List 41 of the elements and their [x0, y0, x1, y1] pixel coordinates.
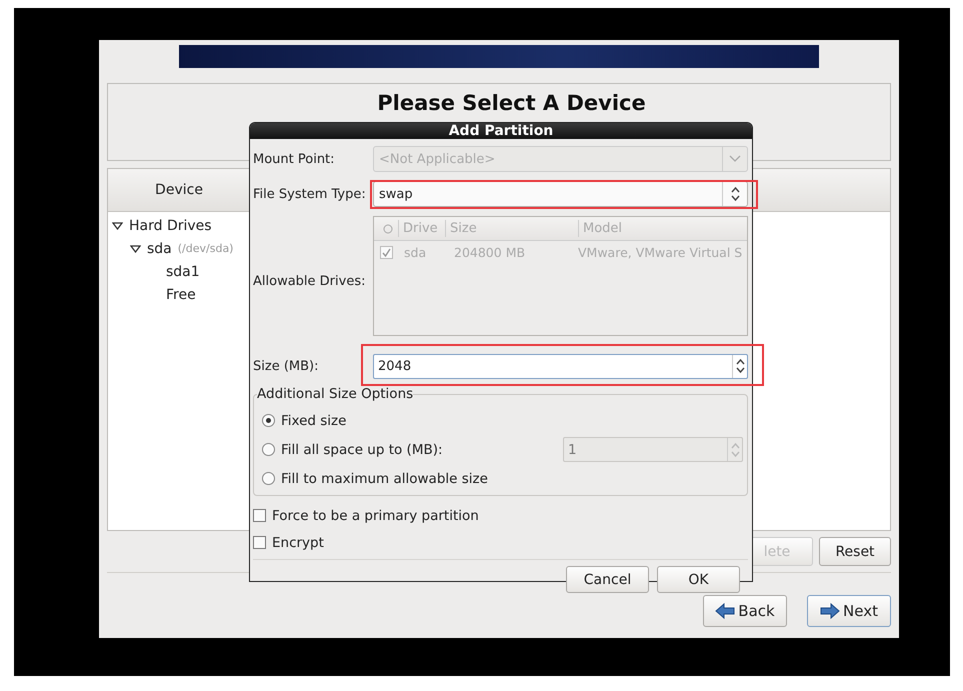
page-heading: Please Select A Device — [376, 91, 646, 115]
radio-button[interactable] — [262, 443, 275, 456]
field-label: Mount Point: — [253, 152, 336, 166]
size-field[interactable]: 2048 — [373, 354, 748, 378]
table-cell-text: 204800 MB — [453, 245, 526, 260]
next-button[interactable]: Next — [807, 595, 891, 627]
option-label[interactable]: Fill all space up to (MB): — [281, 442, 443, 458]
option-label[interactable]: Fixed size — [281, 412, 346, 428]
tree-item[interactable]: Hard Drives — [129, 218, 212, 234]
checkbox[interactable] — [253, 509, 266, 522]
field-label: Size (MB): — [253, 358, 320, 374]
checkbox-label[interactable]: Force to be a primary partition — [272, 508, 479, 524]
option-label[interactable]: Fill to maximum allowable size — [281, 470, 488, 486]
table-cell-text: VMware, VMware Virtual S — [577, 245, 742, 260]
group-title: Additional Size Options — [257, 386, 414, 402]
checkbox[interactable] — [380, 246, 393, 259]
left-arrow-icon — [715, 603, 736, 619]
chevron-down-icon — [729, 155, 741, 163]
field-label: File System Type: — [253, 186, 367, 202]
radio-button[interactable] — [262, 414, 275, 427]
circle-icon — [383, 224, 393, 234]
expanded-triangle-icon[interactable] — [130, 244, 141, 252]
radio-button[interactable] — [262, 472, 275, 485]
device-path: (/dev/sda) — [178, 242, 234, 255]
tree-item[interactable]: Free — [166, 286, 196, 302]
cancel-button[interactable]: Cancel — [566, 566, 649, 593]
ok-button[interactable]: OK — [657, 566, 740, 593]
spin-arrows-icon[interactable] — [730, 186, 740, 202]
checkbox-label[interactable]: Encrypt — [272, 534, 324, 550]
panel-button[interactable]: Reset — [819, 537, 891, 566]
checkbox[interactable] — [253, 536, 266, 549]
tree-item[interactable]: sda — [147, 240, 172, 256]
dialog-title: Add Partition — [250, 123, 752, 139]
spin-arrows-icon[interactable] — [736, 358, 744, 374]
expanded-triangle-icon[interactable] — [112, 222, 123, 230]
back-button[interactable]: Back — [703, 595, 787, 627]
field-label: Allowable Drives: — [253, 274, 366, 288]
right-arrow-icon — [820, 603, 840, 619]
table-cell-text: sda — [403, 245, 428, 260]
file-system-combo[interactable]: swap — [373, 181, 748, 207]
tree-item[interactable]: sda1 — [166, 264, 200, 280]
